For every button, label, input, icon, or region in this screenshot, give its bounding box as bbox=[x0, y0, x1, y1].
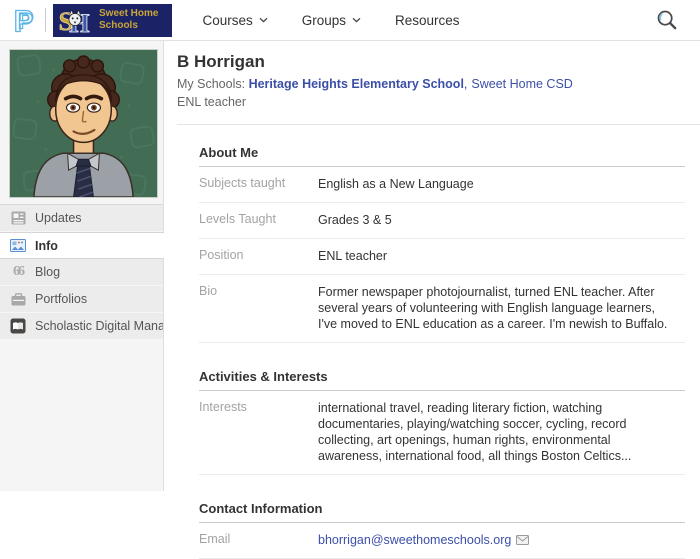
open-book-icon bbox=[10, 318, 26, 334]
sidebar-menu: Updates Info 66 Blog bbox=[0, 204, 163, 340]
row-value: Grades 3 & 5 bbox=[318, 212, 392, 228]
row-label: Position bbox=[199, 248, 318, 264]
email-link[interactable]: bhorrigan@sweethomeschools.org bbox=[318, 533, 511, 547]
sidebar-item-scholastic[interactable]: Scholastic Digital Mana... bbox=[0, 313, 163, 340]
info-row-levels: Levels Taught Grades 3 & 5 bbox=[199, 203, 685, 239]
my-schools-line: My Schools: Heritage Heights Elementary … bbox=[177, 77, 685, 91]
magnifier-icon bbox=[656, 9, 678, 31]
sidebar-item-updates[interactable]: Updates bbox=[0, 205, 163, 232]
school-crest-icon: S H bbox=[58, 6, 92, 35]
powerschool-logo[interactable]: P P bbox=[8, 4, 42, 36]
chevron-down-icon bbox=[259, 17, 268, 23]
profile-sidebar: Updates Info 66 Blog bbox=[0, 41, 164, 491]
section-title: About Me bbox=[199, 145, 685, 167]
id-card-icon bbox=[10, 238, 26, 254]
info-row-position: Position ENL teacher bbox=[199, 239, 685, 275]
section-activities: Activities & Interests Interests interna… bbox=[199, 369, 685, 475]
row-label: Levels Taught bbox=[199, 212, 318, 228]
my-schools-label: My Schools: bbox=[177, 77, 245, 91]
header-divider bbox=[45, 8, 46, 32]
section-contact: Contact Information Email bhorrigan@swee… bbox=[199, 501, 685, 559]
row-label: Interests bbox=[199, 400, 318, 464]
school-separator: , bbox=[464, 77, 467, 91]
sidebar-item-blog[interactable]: 66 Blog bbox=[0, 259, 163, 286]
sidebar-item-label: Blog bbox=[35, 265, 60, 279]
school-link-primary[interactable]: Heritage Heights Elementary School bbox=[249, 77, 464, 91]
profile-name: B Horrigan bbox=[177, 52, 685, 72]
sidebar-item-label: Scholastic Digital Mana... bbox=[35, 319, 163, 333]
profile-head-divider bbox=[177, 124, 700, 125]
district-badge[interactable]: S H Sweet Home Schools bbox=[53, 4, 172, 37]
envelope-icon bbox=[516, 535, 529, 545]
main-nav: Courses Groups Resources bbox=[202, 13, 459, 28]
newspaper-icon bbox=[10, 210, 26, 226]
sidebar-item-label: Info bbox=[35, 239, 58, 253]
top-bar: P P S H Sweet Home Schools Courses G bbox=[0, 0, 700, 41]
avatar bbox=[9, 49, 158, 198]
info-row-interests: Interests international travel, reading … bbox=[199, 391, 685, 475]
sidebar-item-portfolios[interactable]: Portfolios bbox=[0, 286, 163, 313]
section-title: Activities & Interests bbox=[199, 369, 685, 391]
row-value: English as a New Language bbox=[318, 176, 474, 192]
badge-line1: Sweet Home bbox=[99, 8, 158, 21]
nav-resources[interactable]: Resources bbox=[395, 13, 460, 28]
chevron-down-icon bbox=[352, 17, 361, 23]
row-label: Bio bbox=[199, 284, 318, 332]
row-value: international travel, reading literary f… bbox=[318, 400, 672, 464]
profile-role: ENL teacher bbox=[177, 95, 685, 109]
school-link-district[interactable]: Sweet Home CSD bbox=[471, 77, 572, 91]
nav-groups-label: Groups bbox=[302, 13, 346, 28]
info-row-bio: Bio Former newspaper photojournalist, tu… bbox=[199, 275, 685, 343]
profile-main: B Horrigan My Schools: Heritage Heights … bbox=[164, 41, 700, 491]
avatar-illustration bbox=[10, 50, 157, 197]
section-title: Contact Information bbox=[199, 501, 685, 523]
info-row-email: Email bhorrigan@sweethomeschools.org bbox=[199, 523, 685, 559]
row-label: Subjects taught bbox=[199, 176, 318, 192]
sidebar-item-label: Updates bbox=[35, 211, 82, 225]
section-about-me: About Me Subjects taught English as a Ne… bbox=[199, 145, 685, 343]
svg-text:P: P bbox=[18, 8, 33, 33]
row-value: ENL teacher bbox=[318, 248, 387, 264]
sidebar-item-info[interactable]: Info bbox=[0, 232, 164, 259]
nav-courses-label: Courses bbox=[202, 13, 252, 28]
powerschool-p-icon: P P bbox=[10, 4, 40, 36]
nav-resources-label: Resources bbox=[395, 13, 460, 28]
search-button[interactable] bbox=[656, 9, 678, 31]
row-value: Former newspaper photojournalist, turned… bbox=[318, 284, 672, 332]
profile-header: B Horrigan My Schools: Heritage Heights … bbox=[164, 41, 700, 109]
sidebar-item-label: Portfolios bbox=[35, 292, 87, 306]
nav-courses[interactable]: Courses bbox=[202, 13, 267, 28]
nav-groups[interactable]: Groups bbox=[302, 13, 361, 28]
info-row-subjects: Subjects taught English as a New Languag… bbox=[199, 167, 685, 203]
badge-line2: Schools bbox=[99, 20, 158, 33]
row-label: Email bbox=[199, 532, 318, 548]
quotes-icon: 66 bbox=[10, 264, 26, 280]
briefcase-icon bbox=[10, 291, 26, 307]
